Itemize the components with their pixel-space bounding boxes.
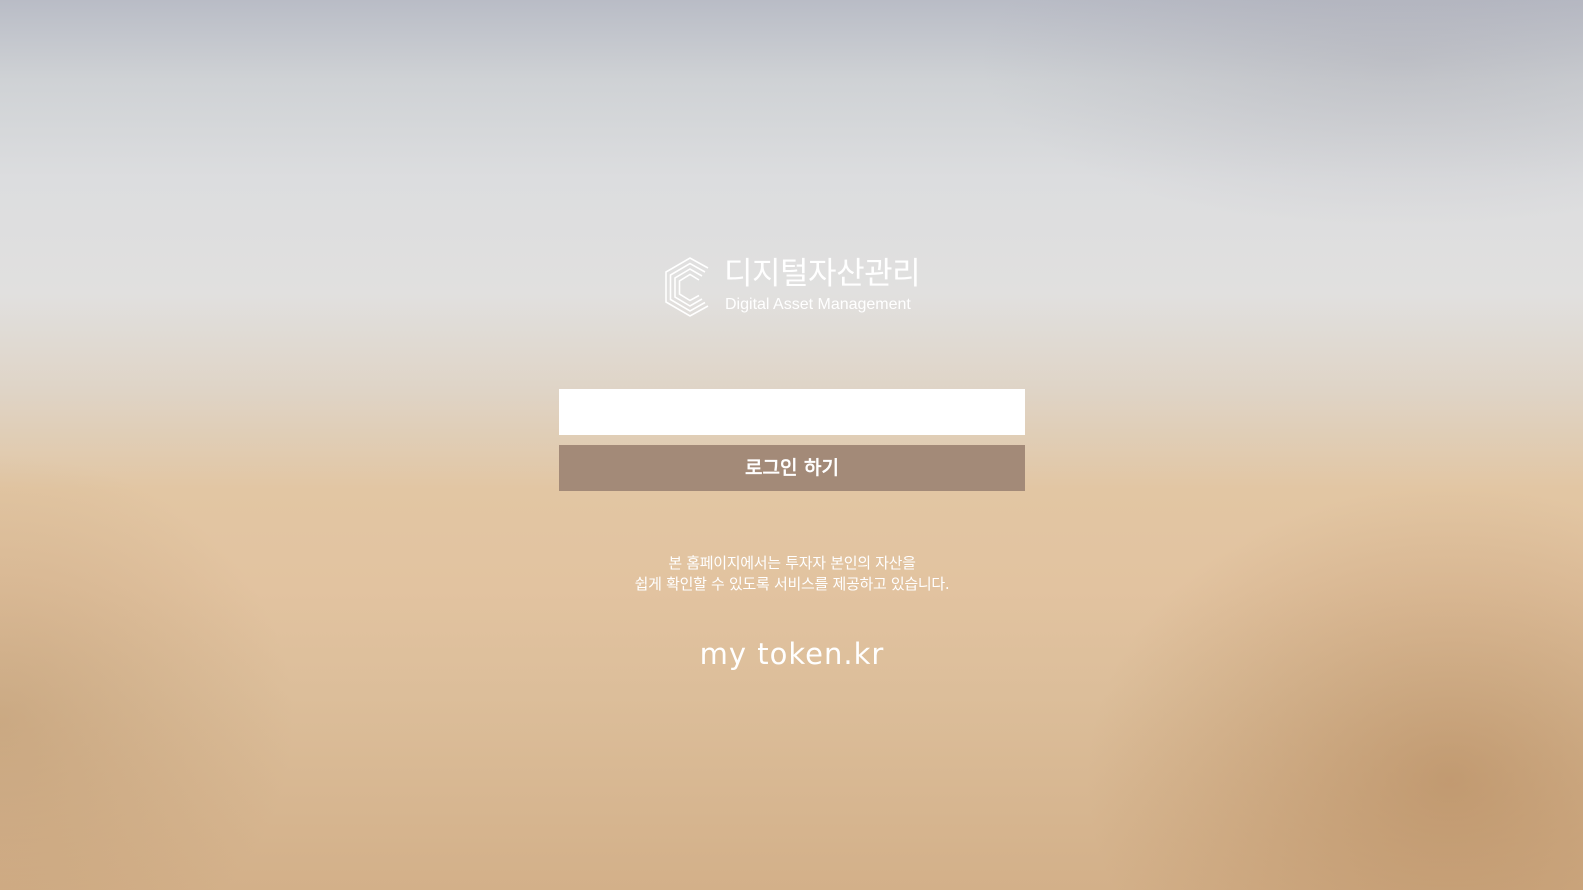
service-notice: 본 홈페이지에서는 투자자 본인의 자산을 쉽게 확인할 수 있도록 서비스를 … — [559, 553, 1025, 595]
login-input[interactable] — [559, 389, 1025, 435]
notice-line-2: 쉽게 확인할 수 있도록 서비스를 제공하고 있습니다. — [634, 575, 950, 593]
notice-line-1: 본 홈페이지에서는 투자자 본인의 자산을 — [668, 554, 916, 572]
app-logo: 디지털자산관리 Digital Asset Management — [662, 256, 922, 320]
hexagon-c-logo-icon — [665, 257, 709, 317]
logo-title: 디지털자산관리 — [724, 256, 921, 292]
logo-subtitle: Digital Asset Management — [725, 296, 911, 313]
brand-wordmark: my token.kr — [699, 637, 885, 671]
login-button[interactable]: 로그인 하기 — [559, 445, 1025, 491]
